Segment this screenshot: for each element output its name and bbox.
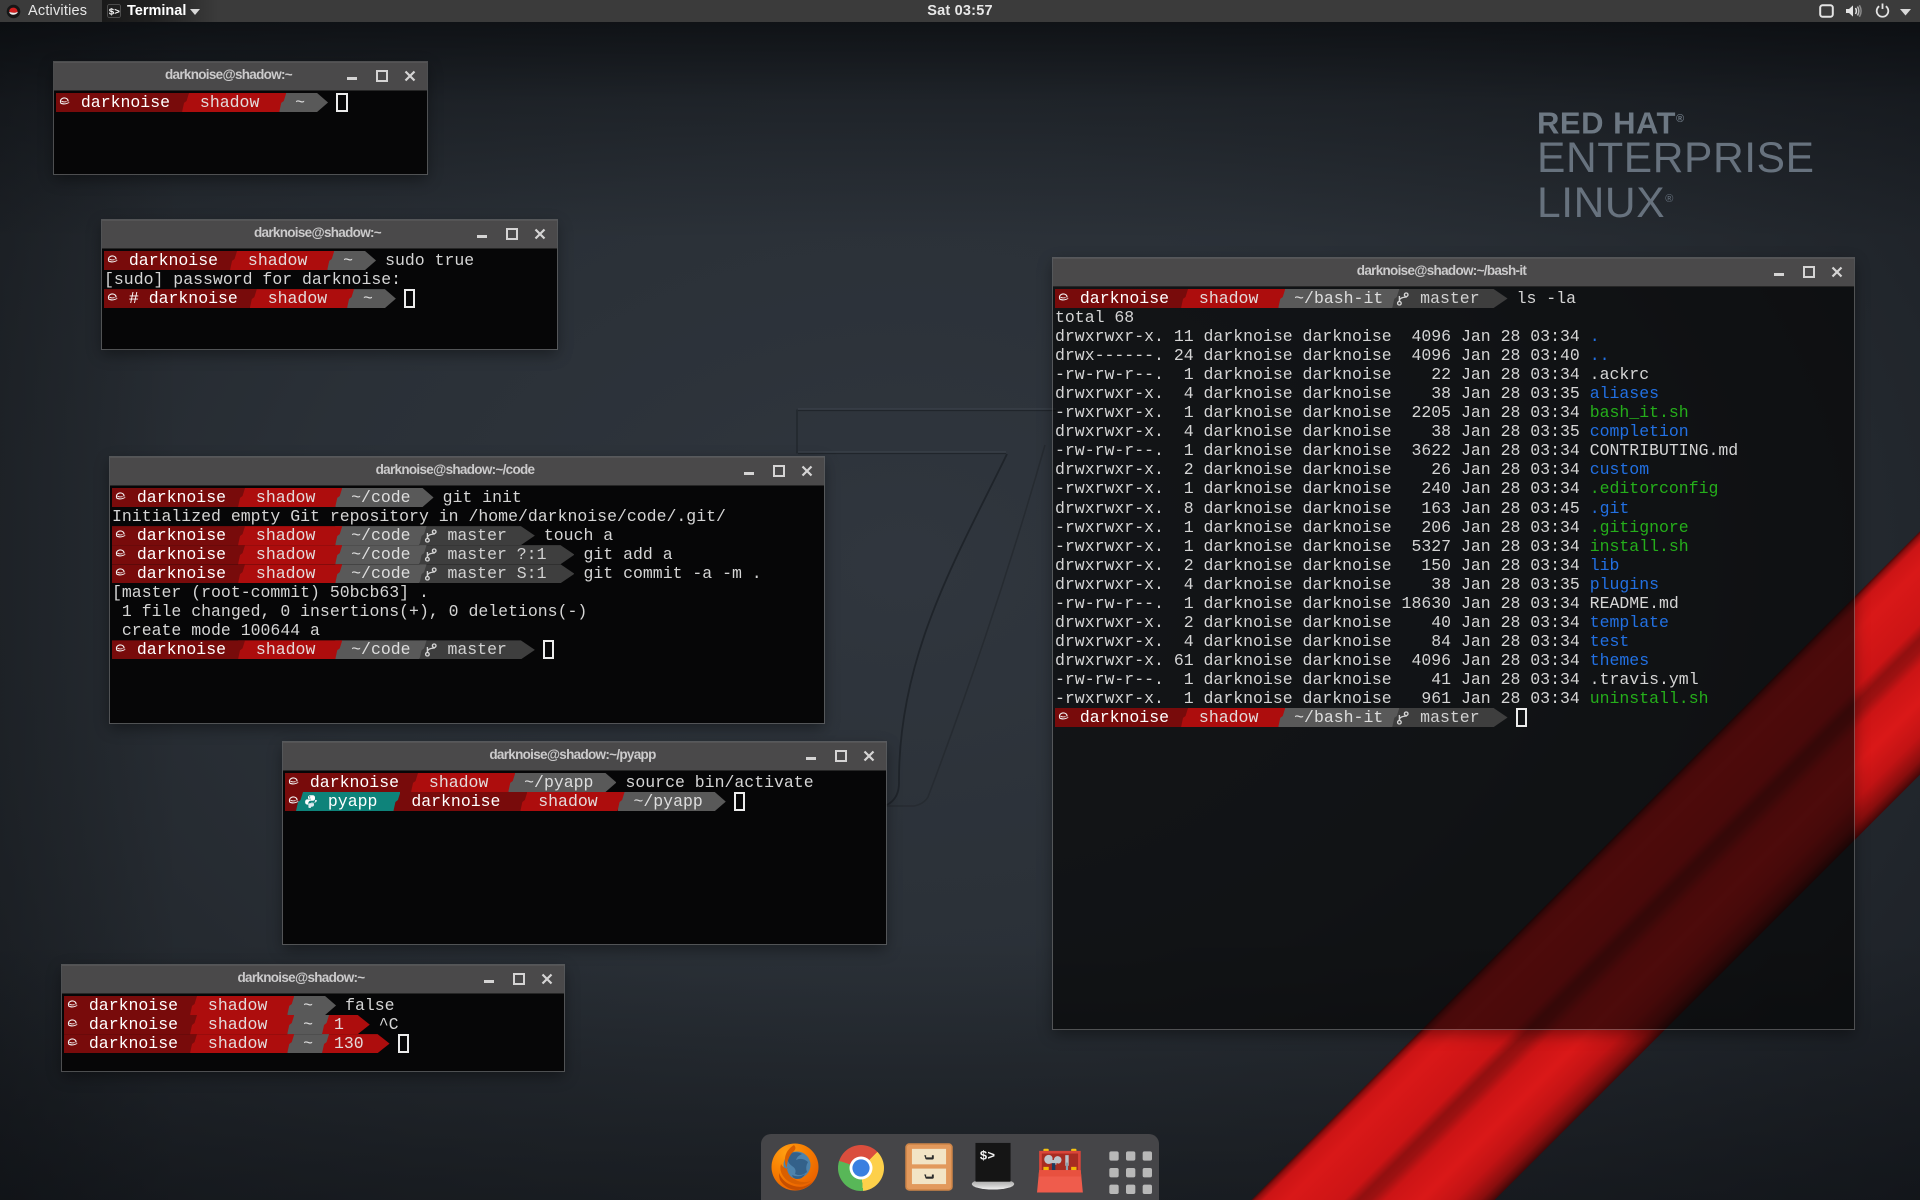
svg-text:$>: $> [980,1149,996,1164]
